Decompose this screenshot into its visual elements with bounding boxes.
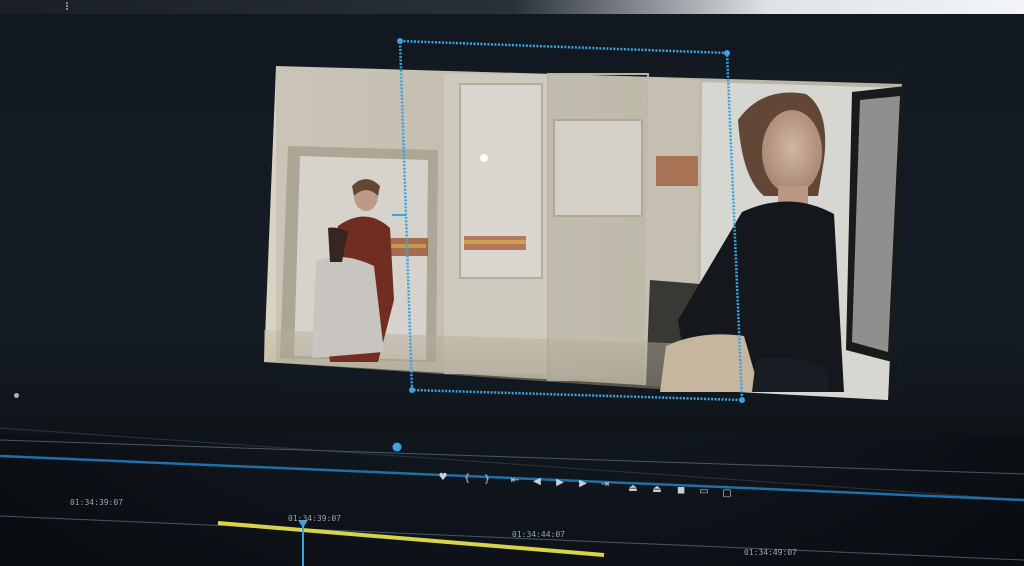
program-monitor-screen: ♥ { } ⇤ ◀ ▶ ▶ ⇥ ⏏ ⏏ ◼ ▭ ▢ 01:34:39:07 01…: [0, 0, 1024, 566]
scrub-bar[interactable]: [0, 427, 1024, 501]
step-back-button[interactable]: ◀: [530, 476, 544, 488]
transform-handle-bottom-left: [409, 387, 415, 393]
timeline-playhead[interactable]: [298, 520, 308, 566]
video-frame: [264, 66, 906, 400]
play-button[interactable]: ▶: [553, 477, 567, 489]
insert-button[interactable]: ▭: [697, 486, 711, 498]
go-to-out-button[interactable]: ⇥: [598, 479, 612, 491]
lift-button[interactable]: ⏏: [626, 483, 640, 495]
monitor-indicator-dot: [14, 393, 19, 398]
mark-out-button[interactable]: }: [480, 474, 494, 486]
step-forward-button[interactable]: ▶: [576, 478, 590, 490]
mark-in-button[interactable]: {: [460, 473, 474, 485]
add-marker-button[interactable]: ♥: [436, 472, 450, 484]
go-to-in-button[interactable]: ⇤: [508, 475, 522, 487]
extract-button[interactable]: ⏏: [650, 484, 664, 496]
transform-handle-top-right: [724, 50, 730, 56]
export-frame-button[interactable]: ◼: [674, 485, 688, 497]
timecode-label: 01:34:44:07: [512, 530, 565, 539]
time-ruler[interactable]: [0, 439, 1024, 561]
overwrite-button[interactable]: ▢: [720, 488, 734, 500]
timecode-label: 01:34:39:07: [70, 498, 123, 507]
playhead-timecode: 01:34:39:07: [288, 514, 341, 523]
transform-handle-top-left: [397, 38, 403, 44]
scrub-playhead: [392, 442, 402, 452]
timecode-label: 01:34:49:07: [744, 548, 797, 557]
transform-handle-bottom-right: [739, 397, 745, 403]
